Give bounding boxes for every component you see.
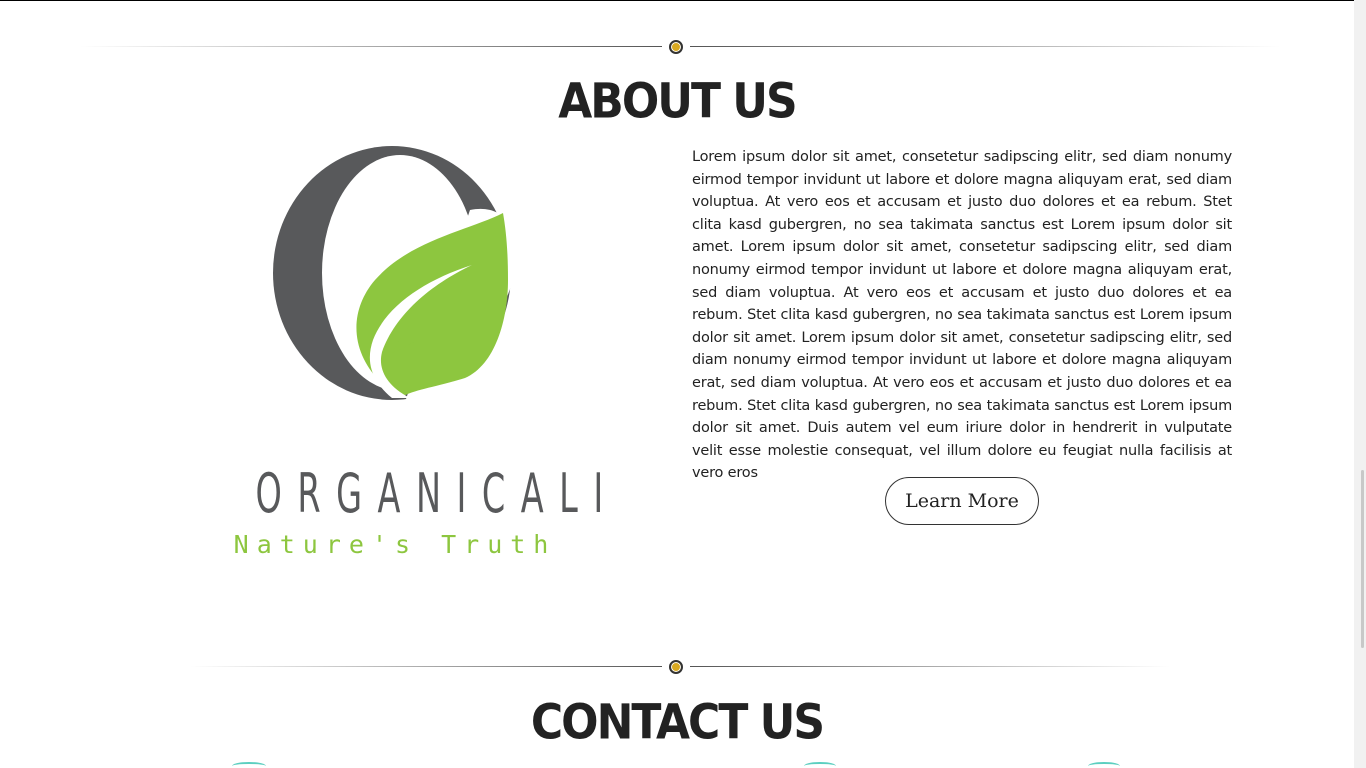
brand-tagline: Nature's Truth xyxy=(233,530,557,559)
divider-line-left xyxy=(80,46,662,47)
about-body-text: Lorem ipsum dolor sit amet, consetetur s… xyxy=(692,149,1232,482)
learn-more-button[interactable]: Learn More xyxy=(885,477,1039,525)
divider-dot-icon xyxy=(669,660,683,674)
contact-divider xyxy=(190,660,1170,674)
contact-icon-right[interactable] xyxy=(1088,762,1120,768)
page: About Us ORGANICALI Nature's Truth Lorem… xyxy=(0,0,1366,768)
divider-line-right xyxy=(690,46,1280,47)
about-divider xyxy=(80,40,1280,54)
contact-icon-middle[interactable] xyxy=(804,762,836,768)
divider-line-left xyxy=(190,666,662,667)
divider-dot-icon xyxy=(669,40,683,54)
top-border xyxy=(0,0,1354,1)
about-title: About Us xyxy=(558,73,797,130)
scrollbar[interactable] xyxy=(1354,0,1366,768)
contact-icon-left[interactable] xyxy=(232,762,266,768)
contact-title: Contact Us xyxy=(530,694,825,751)
divider-line-right xyxy=(690,666,1170,667)
scrollbar-thumb[interactable] xyxy=(1361,470,1364,648)
brand-name: ORGANICALI xyxy=(255,462,619,525)
